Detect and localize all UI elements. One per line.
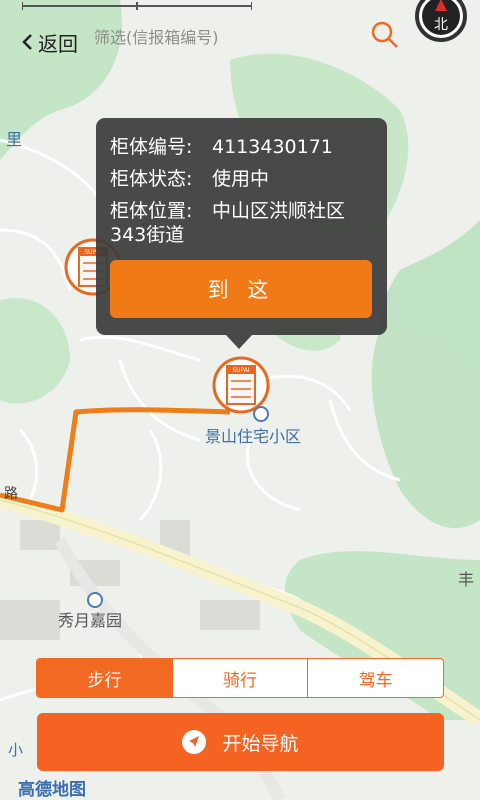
building-block — [0, 600, 60, 640]
green-area — [371, 327, 480, 529]
right-edge-label: 丰 — [458, 570, 474, 589]
info-value: 中山区洪顺社区 — [212, 200, 346, 222]
map-provider-logo: 高德地图 — [18, 780, 86, 800]
building-block — [20, 520, 60, 550]
green-area — [0, 298, 70, 404]
tab-walk[interactable]: 步行 — [37, 659, 172, 697]
popup-arrow — [226, 335, 252, 349]
locker-marker[interactable]: SUPAI — [212, 356, 270, 414]
back-button[interactable]: 返回 — [20, 28, 78, 56]
go-here-button[interactable]: 到 这 — [110, 260, 372, 318]
locker-info-popup: 柜体编号: 4113430171 柜体状态: 使用中 柜体位置: 中山区洪顺社区 34… — [96, 118, 387, 335]
info-key: 柜体状态: — [110, 168, 193, 190]
garden-poi-icon — [87, 592, 103, 608]
compass-icon[interactable]: 北 — [415, 0, 467, 44]
start-navigation-button[interactable]: 开始导航 — [37, 713, 444, 771]
info-key: 柜体位置: — [110, 200, 193, 222]
road-label: 路 — [4, 486, 18, 502]
left-edge-label: 里 — [6, 130, 22, 149]
building-block — [200, 600, 260, 630]
scale-bar — [22, 2, 252, 10]
garden-label: 秀月嘉园 — [58, 611, 122, 630]
info-row-location: 柜体位置: 中山区洪顺社区 — [110, 198, 345, 224]
filter-input[interactable]: 筛选(信报箱编号) — [94, 24, 219, 48]
info-value: 4113430171 — [212, 136, 333, 158]
info-value: 使用中 — [212, 168, 270, 190]
info-row-status: 柜体状态: 使用中 — [110, 166, 269, 192]
tab-drive[interactable]: 驾车 — [307, 659, 443, 697]
compass-label: 北 — [434, 17, 448, 33]
travel-mode-segmented-control: 步行 骑行 驾车 — [36, 658, 444, 698]
community-poi-icon — [253, 406, 269, 422]
info-key: 柜体编号: — [110, 136, 193, 158]
community-label: 景山住宅小区 — [205, 427, 301, 446]
top-bar: 返回 筛选(信报箱编号) 北 — [0, 0, 480, 70]
info-row-id: 柜体编号: 4113430171 — [110, 134, 333, 160]
info-row-location-cont: 343街道 — [110, 222, 184, 248]
tab-ride[interactable]: 骑行 — [171, 659, 308, 697]
back-label: 返回 — [38, 31, 78, 56]
chevron-left-icon — [22, 34, 32, 50]
info-value: 343街道 — [110, 224, 185, 246]
marker-label: SUPAI — [232, 367, 250, 374]
start-navigation-label: 开始导航 — [222, 732, 299, 755]
navigation-arrow-icon — [182, 730, 207, 754]
search-icon[interactable] — [370, 20, 400, 50]
bottom-left-label: 小 — [8, 741, 23, 759]
